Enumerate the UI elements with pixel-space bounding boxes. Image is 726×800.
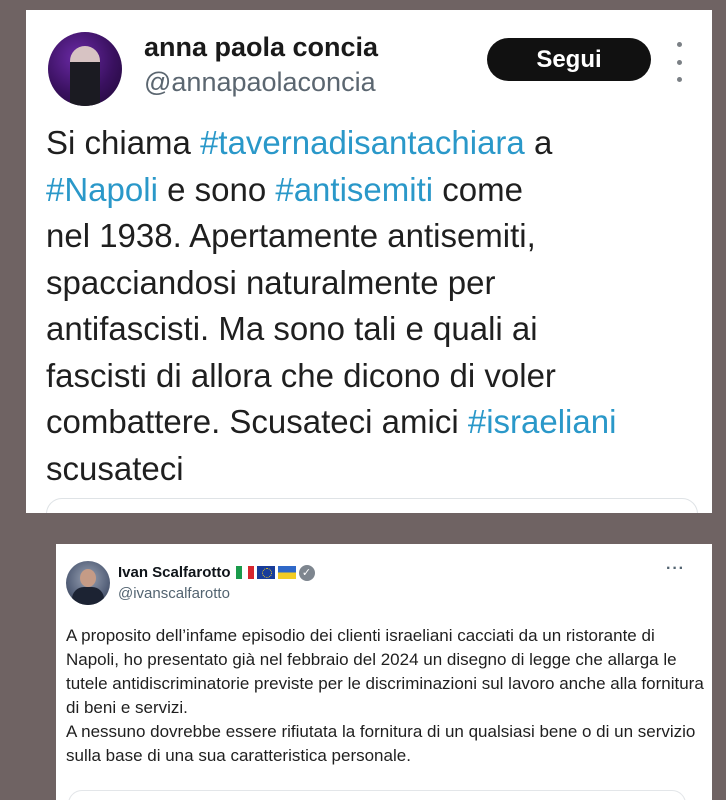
tweet-paragraph: A proposito dell’infame episodio dei cli… — [66, 626, 704, 717]
hashtag-link[interactable]: #antisemiti — [275, 171, 433, 208]
tweet-line: scusateci — [46, 446, 706, 493]
tweet-text-span: spacciandosi naturalmente per — [46, 263, 496, 301]
avatar-figure — [70, 46, 100, 106]
tweet-line: Si chiama #tavernadisantachiara a — [46, 120, 706, 167]
tweet-text-span: Si chiama — [46, 124, 201, 161]
tweet-line: combattere. Scusateci amici #israeliani — [46, 399, 706, 446]
tweet-line: fascisti di allora che dicono di voler — [46, 353, 706, 400]
avatar-face — [80, 569, 96, 587]
italy-flag-icon — [235, 566, 254, 579]
more-options-icon[interactable]: ··· — [666, 560, 685, 578]
post-card-concia: anna paola concia @annapaolaconcia Segui… — [26, 10, 712, 513]
tweet-line: antifascisti. Ma sono tali e quali ai — [46, 306, 706, 353]
author-handle[interactable]: @ivanscalfarotto — [118, 585, 230, 602]
author-name[interactable]: anna paola concia — [144, 32, 378, 63]
tweet-text-span: a — [524, 124, 553, 161]
tweet-text-span: e sono — [157, 170, 276, 208]
tweet-text: Si chiama #tavernadisantachiara a #Napoli… — [46, 120, 706, 492]
ukraine-flag-icon — [277, 566, 296, 579]
post-card-scalfarotto: Ivan Scalfarotto ✓ @ivanscalfarotto ··· … — [56, 544, 712, 800]
tweet-paragraph: A nessuno dovrebbe essere rifiutata la f… — [66, 722, 696, 765]
tweet-line: nel 1938. Apertamente antisemiti, — [46, 213, 706, 260]
tweet-text-span: combattere. Scusateci amici — [46, 403, 468, 440]
author-name[interactable]: Ivan Scalfarotto — [118, 564, 231, 581]
hashtag-link[interactable]: #tavernadisantachiara — [200, 124, 525, 161]
avatar[interactable] — [48, 32, 122, 106]
tweet-text-span: nel 1938. Apertamente antisemiti, — [46, 217, 536, 254]
tweet-text: A proposito dell’infame episodio dei cli… — [66, 624, 706, 768]
tweet-text-span: fascisti di allora che dicono di voler — [46, 356, 556, 394]
tweet-line: #Napoli e sono #antisemiti come — [46, 167, 706, 214]
quote-card-edge — [46, 498, 698, 513]
author-handle[interactable]: @annapaolaconcia — [144, 67, 376, 98]
eu-flag-icon — [256, 566, 275, 579]
flags: ✓ — [235, 564, 315, 581]
quote-card-edge — [68, 790, 686, 800]
hashtag-link[interactable]: #Napoli — [46, 171, 158, 208]
verified-badge-icon[interactable]: ✓ — [298, 564, 315, 581]
tweet-text-span: scusateci — [46, 449, 184, 487]
avatar[interactable] — [66, 561, 110, 605]
avatar-suit — [72, 587, 104, 605]
author-name-row: Ivan Scalfarotto ✓ — [118, 564, 315, 581]
tweet-text-span: antifascisti. Ma sono tali e quali ai — [46, 310, 538, 347]
hashtag-link[interactable]: #israeliani — [468, 403, 617, 440]
more-options-icon[interactable] — [674, 42, 684, 82]
follow-button[interactable]: Segui — [487, 38, 651, 81]
tweet-line: spacciandosi naturalmente per — [46, 260, 706, 307]
tweet-text-span: come — [433, 170, 523, 208]
